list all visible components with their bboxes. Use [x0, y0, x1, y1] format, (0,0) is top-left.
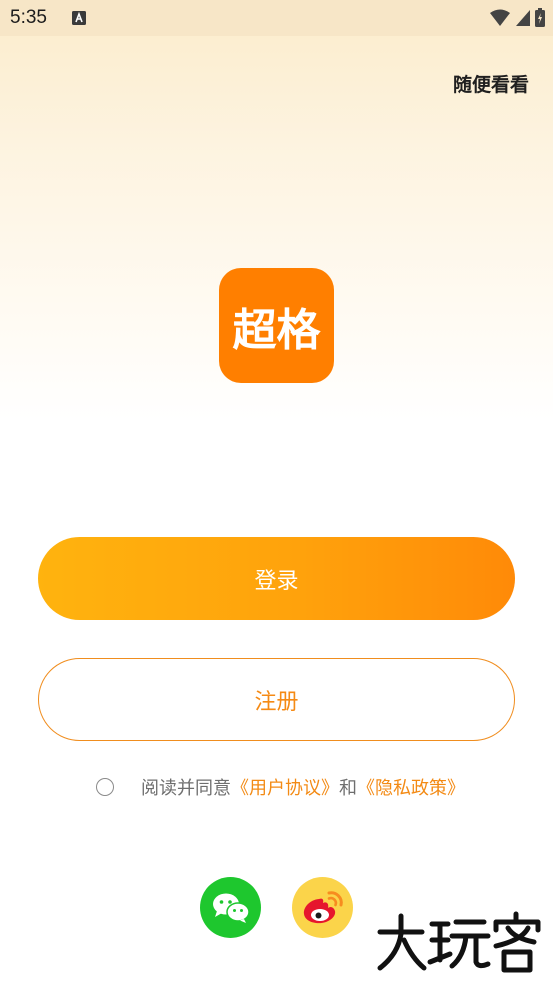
privacy-policy-link[interactable]: 《隐私政策》 — [357, 774, 465, 800]
status-bar: 5:35 — [0, 0, 553, 36]
user-agreement-link[interactable]: 《用户协议》 — [231, 774, 339, 800]
a-notification-icon — [72, 11, 86, 25]
wifi-icon — [490, 9, 510, 26]
agreement-prefix: 阅读并同意 — [141, 778, 231, 799]
register-button[interactable]: 注册 — [38, 658, 515, 741]
status-time: 5:35 — [10, 7, 47, 28]
weibo-icon — [303, 890, 343, 923]
watermark-logo — [377, 911, 541, 973]
agreement-row: 阅读并同意 《用户协议》 和 《隐私政策》 — [96, 773, 465, 801]
weibo-login-button[interactable] — [292, 877, 353, 938]
app-logo-text: 超格 — [232, 304, 321, 356]
login-button[interactable]: 登录 — [38, 537, 515, 620]
app-logo: 超格 — [219, 268, 334, 383]
wechat-icon — [212, 893, 250, 923]
battery-icon — [535, 8, 545, 27]
status-icons — [489, 8, 545, 27]
agreement-radio[interactable] — [96, 778, 114, 796]
agreement-conjunction: 和 — [339, 778, 357, 799]
browse-link[interactable]: 随便看看 — [453, 70, 529, 97]
wechat-login-button[interactable] — [200, 877, 261, 938]
signal-icon — [516, 9, 530, 26]
